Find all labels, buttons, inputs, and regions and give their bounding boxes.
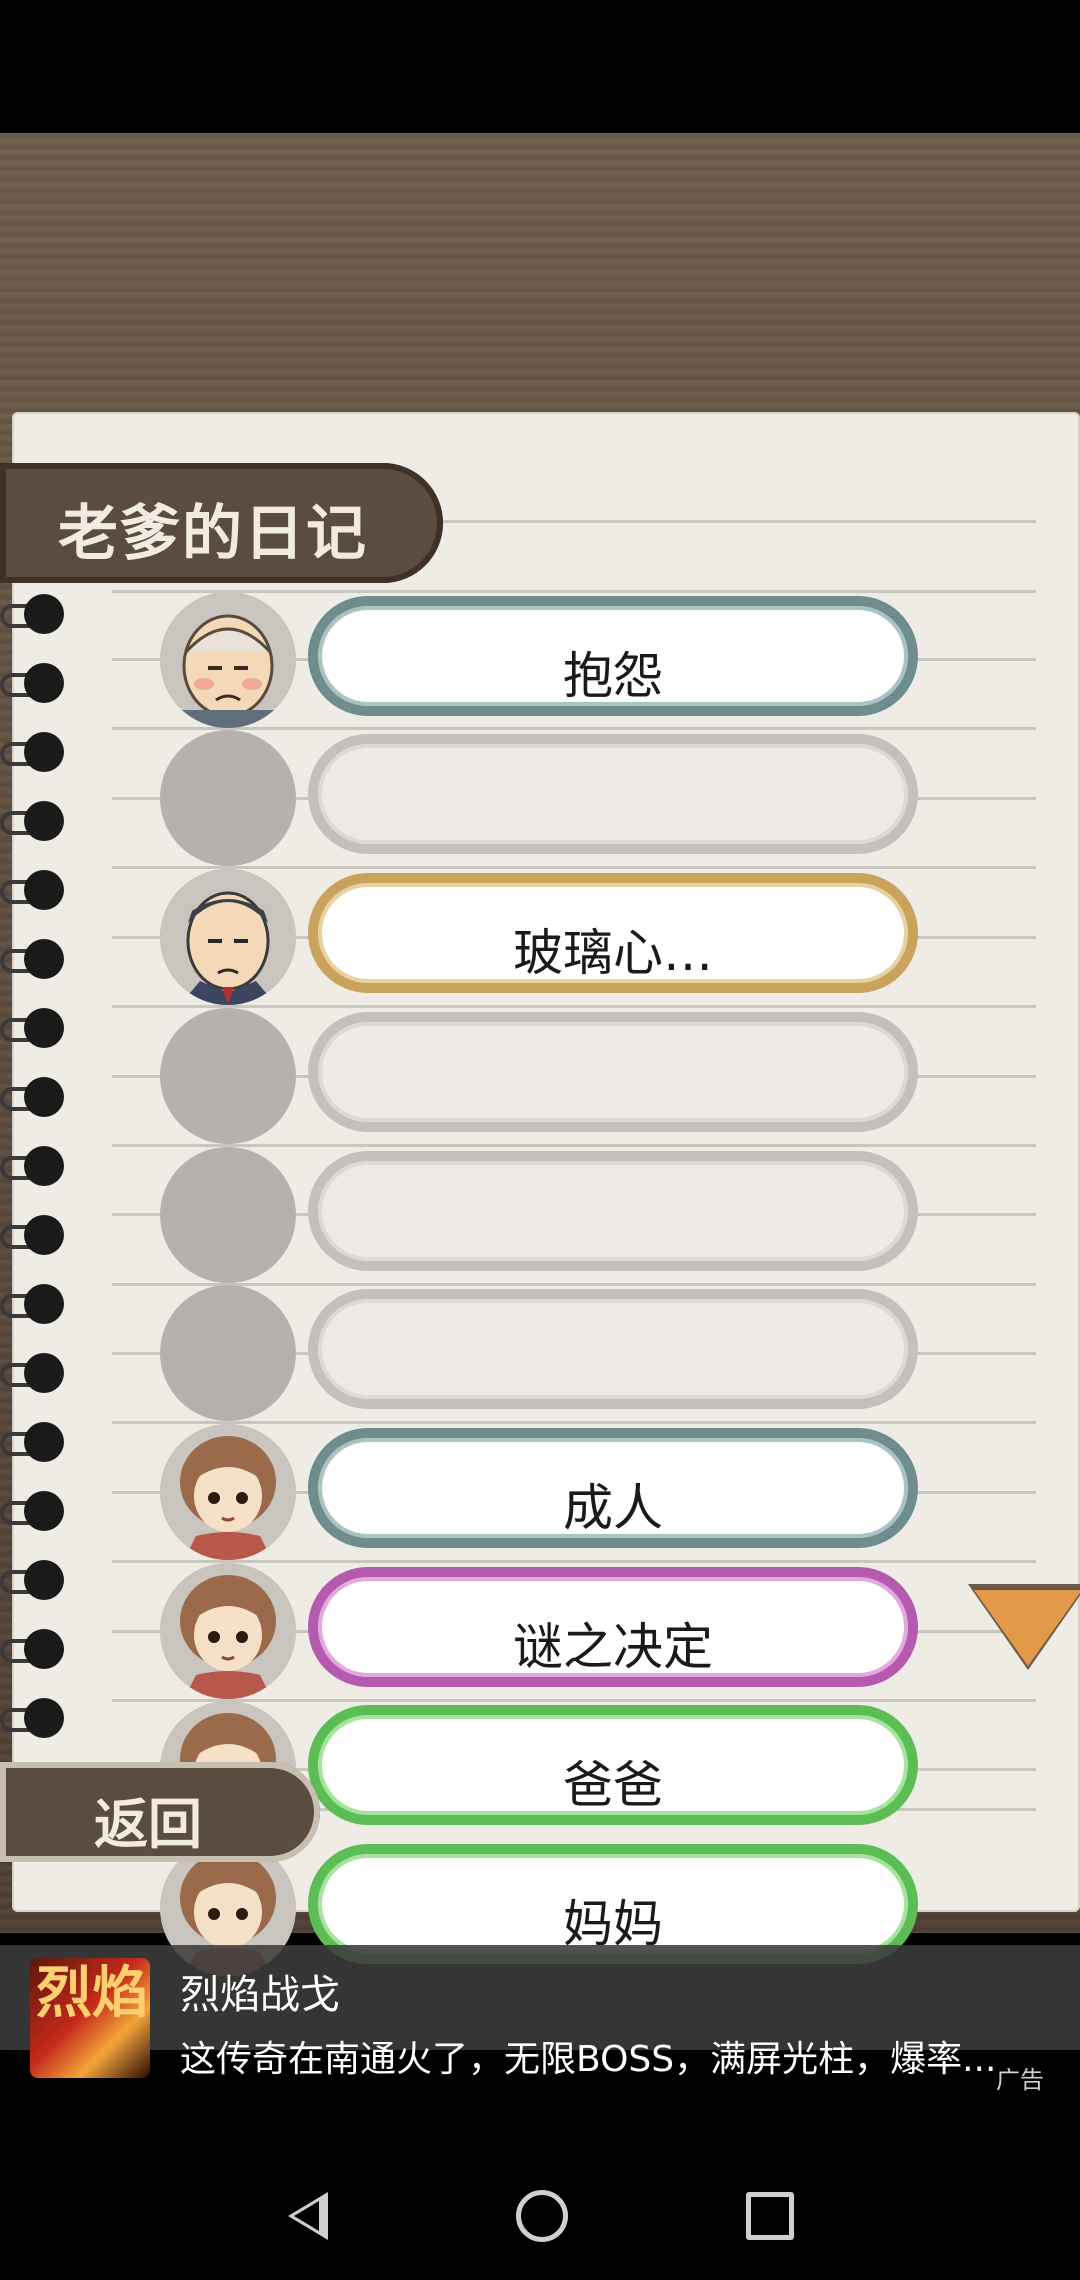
- ad-label: 广告: [996, 2066, 1044, 2094]
- girl-avatar: [160, 1563, 296, 1699]
- businessman-avatar: [160, 869, 296, 1005]
- entry-button-locked: [308, 1012, 918, 1132]
- diary-entry[interactable]: 成人: [160, 1424, 920, 1560]
- entry-button[interactable]: 成人: [308, 1428, 918, 1548]
- entry-button-locked: [308, 734, 918, 854]
- ad-description[interactable]: 这传奇在南通火了，无限BOSS，满屏光柱，爆率...: [180, 2030, 1020, 2082]
- girl-avatar: [160, 1424, 296, 1560]
- diary-entry-locked: [160, 1008, 920, 1144]
- diary-title: 老爹的日记: [58, 499, 368, 569]
- entry-button-locked: [308, 1151, 918, 1271]
- diary-entry-locked: [160, 730, 920, 866]
- ad-title[interactable]: 烈焰战戈: [180, 1962, 340, 2020]
- diary-entry-locked: [160, 1285, 920, 1421]
- locked-avatar: [160, 730, 296, 866]
- nav-home-icon[interactable]: [516, 2190, 568, 2242]
- entry-button[interactable]: 谜之决定: [308, 1567, 918, 1687]
- locked-avatar: [160, 1147, 296, 1283]
- entry-button[interactable]: 抱怨: [308, 596, 918, 716]
- diary-entry[interactable]: 玻璃心…: [160, 869, 920, 1005]
- old-man-avatar: [160, 592, 296, 728]
- diary-title-tab: 老爹的日记: [0, 463, 443, 583]
- ad-app-icon[interactable]: 烈焰: [30, 1958, 150, 2078]
- diary-entry[interactable]: 谜之决定: [160, 1563, 920, 1699]
- back-button[interactable]: 返回: [0, 1762, 320, 1862]
- nav-back-icon[interactable]: [288, 2192, 328, 2240]
- locked-avatar: [160, 1008, 296, 1144]
- entry-button[interactable]: 爸爸: [308, 1705, 918, 1825]
- scroll-down-arrow-icon[interactable]: [974, 1590, 1080, 1666]
- entry-button[interactable]: 玻璃心…: [308, 873, 918, 993]
- status-bar: [0, 0, 1080, 133]
- nav-recent-apps-icon[interactable]: [746, 2192, 794, 2240]
- diary-entry[interactable]: 抱怨: [160, 592, 920, 728]
- diary-entry-locked: [160, 1147, 920, 1283]
- entry-button-locked: [308, 1289, 918, 1409]
- locked-avatar: [160, 1285, 296, 1421]
